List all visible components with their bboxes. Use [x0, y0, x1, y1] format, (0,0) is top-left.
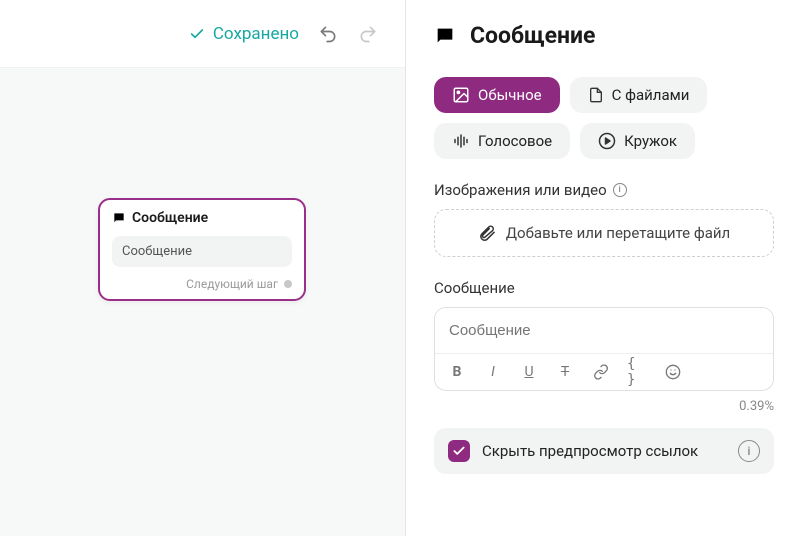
message-icon: [112, 211, 126, 225]
attachment-icon: [478, 224, 496, 242]
tab-regular-label: Обычное: [478, 86, 542, 104]
check-icon: [452, 444, 466, 458]
canvas-panel: Сохранено Сообщение Сообщение Следующий …: [0, 0, 406, 536]
node-next-label: Следующий шаг: [186, 277, 278, 291]
message-node[interactable]: Сообщение Сообщение Следующий шаг: [98, 198, 306, 301]
tab-circle-label: Кружок: [624, 132, 677, 150]
message-input[interactable]: [435, 308, 773, 353]
redo-button[interactable]: [357, 23, 379, 45]
hide-preview-label: Скрыть предпросмотр ссылок: [482, 442, 726, 460]
file-icon: [588, 87, 604, 103]
undo-icon: [318, 24, 338, 44]
tab-voice-label: Голосовое: [478, 132, 552, 150]
node-next-step[interactable]: Следующий шаг: [112, 277, 292, 291]
node-body: Сообщение: [112, 236, 292, 267]
saved-indicator: Сохранено: [189, 24, 299, 44]
message-type-tabs: Обычное С файлами Голосовое Кружок: [434, 77, 774, 159]
canvas-header: Сохранено: [0, 0, 405, 68]
tab-files[interactable]: С файлами: [570, 77, 708, 113]
underline-button[interactable]: U: [519, 362, 539, 382]
link-button[interactable]: [591, 362, 611, 382]
media-label-text: Изображения или видео: [434, 181, 607, 199]
emoji-icon: [665, 364, 681, 380]
hide-preview-option[interactable]: Скрыть предпросмотр ссылок i: [434, 428, 774, 474]
info-icon[interactable]: i: [738, 440, 760, 462]
message-icon: [434, 25, 456, 47]
editor-toolbar: B I U T { }: [435, 353, 773, 390]
media-dropzone[interactable]: Добавьте или перетащите файл: [434, 209, 774, 257]
connector-dot-icon[interactable]: [284, 280, 292, 288]
code-button[interactable]: { }: [627, 362, 647, 382]
strikethrough-button[interactable]: T: [555, 362, 575, 382]
properties-panel: Сообщение Обычное С файлами Голосовое Кр…: [406, 0, 802, 536]
char-counter: 0.39%: [434, 399, 774, 414]
panel-title: Сообщение: [470, 22, 595, 49]
hide-preview-checkbox[interactable]: [448, 440, 470, 462]
emoji-button[interactable]: [663, 362, 683, 382]
saved-label: Сохранено: [213, 24, 299, 44]
node-title: Сообщение: [112, 210, 292, 226]
tab-files-label: С файлами: [612, 86, 690, 104]
bold-button[interactable]: B: [447, 362, 467, 382]
undo-button[interactable]: [317, 23, 339, 45]
panel-header: Сообщение: [434, 22, 774, 49]
voice-icon: [452, 132, 470, 150]
play-circle-icon: [598, 132, 616, 150]
tab-regular[interactable]: Обычное: [434, 77, 560, 113]
image-icon: [452, 86, 470, 104]
dropzone-label: Добавьте или перетащите файл: [506, 224, 730, 242]
info-icon[interactable]: i: [613, 183, 627, 197]
italic-button[interactable]: I: [483, 362, 503, 382]
message-field-label: Сообщение: [434, 279, 774, 297]
canvas-area[interactable]: Сообщение Сообщение Следующий шаг: [0, 68, 405, 536]
message-editor: B I U T { }: [434, 307, 774, 391]
tab-circle[interactable]: Кружок: [580, 123, 695, 159]
node-title-text: Сообщение: [132, 210, 208, 226]
link-icon: [593, 364, 609, 380]
check-icon: [189, 26, 205, 42]
tab-voice[interactable]: Голосовое: [434, 123, 570, 159]
redo-icon: [358, 24, 378, 44]
media-field-label: Изображения или видео i: [434, 181, 774, 199]
